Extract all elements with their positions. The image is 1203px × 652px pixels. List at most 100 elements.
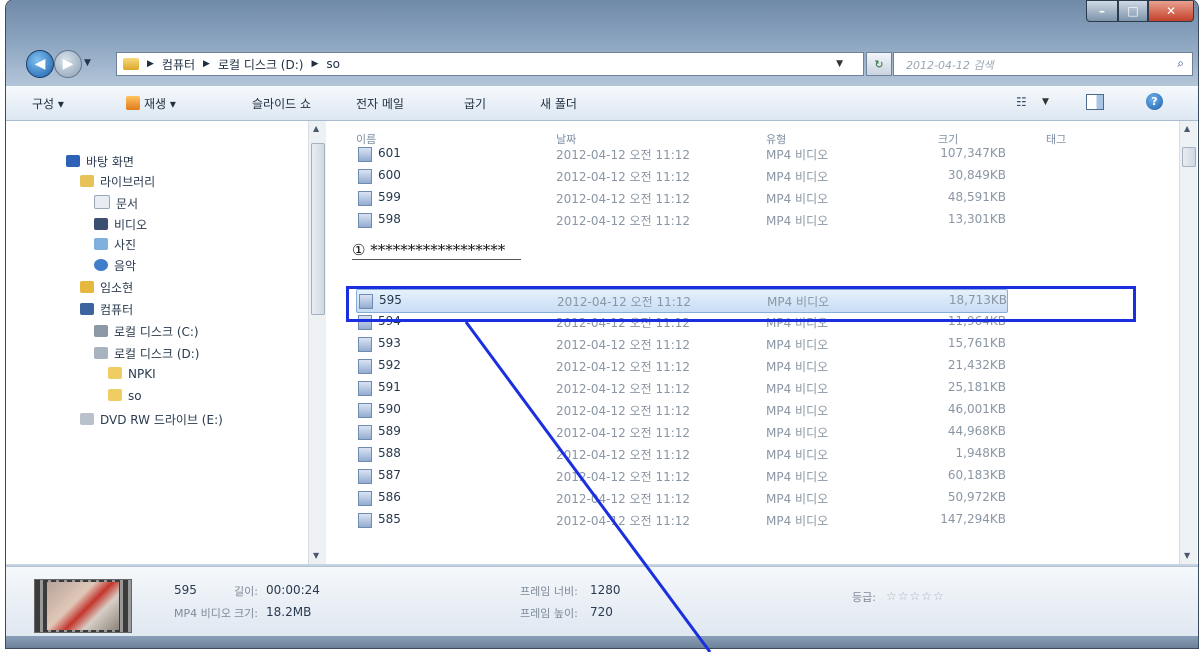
file-size: 46,001KB (947, 402, 1006, 416)
rating-stars[interactable]: ☆☆☆☆☆ (886, 589, 945, 603)
back-button[interactable]: ◀ (26, 50, 54, 78)
search-input[interactable]: 2012-04-12 검색 (906, 57, 994, 73)
folder-icon (123, 58, 139, 70)
file-type: MP4 비디오 (766, 338, 829, 352)
preview-pane-icon[interactable] (1086, 94, 1104, 110)
recent-pages-dropdown[interactable]: ▼ (84, 58, 91, 68)
desktop-icon (66, 155, 80, 167)
address-row: ◀ ▶ ▼ ▶ 컴퓨터 ▶ 로컬 디스크 (D:) ▶ so ▼ ↻ 2012-… (6, 48, 1198, 78)
breadcrumb-computer[interactable]: 컴퓨터 (162, 56, 195, 73)
views-dropdown-icon[interactable]: ▼ (1042, 97, 1049, 107)
file-size: 25,181KB (947, 380, 1006, 394)
file-row[interactable]: 590 2012-04-12 오전 11:12 MP4 비디오 46,001KB (356, 399, 1006, 421)
file-row[interactable]: 600 2012-04-12 오전 11:12 MP4 비디오 30,849KB (356, 165, 1006, 187)
nav-item-label: 로컬 디스크 (C:) (114, 325, 199, 339)
nav-item-npki[interactable]: NPKI (108, 367, 156, 381)
file-date: 2012-04-12 오전 11:12 (556, 170, 691, 184)
drive-icon (94, 347, 108, 359)
file-row[interactable]: 586 2012-04-12 오전 11:12 MP4 비디오 50,972KB (356, 487, 1006, 509)
details-height-value: 720 (590, 605, 613, 619)
slideshow-button[interactable]: 슬라이드 쇼 (252, 95, 311, 112)
details-pane: 595 MP4 비디오 길이: 00:00:24 크기: 18.2MB 프레임 … (6, 566, 1198, 637)
burn-button[interactable]: 굽기 (464, 95, 486, 112)
video-file-icon (358, 447, 372, 462)
breadcrumb-separator[interactable]: ▶ (203, 59, 210, 69)
breadcrumb-separator[interactable]: ▶ (147, 59, 154, 69)
file-date: 2012-04-12 오전 11:12 (556, 514, 691, 528)
nav-item-label: 음악 (114, 259, 137, 273)
nav-item-pictures[interactable]: 사진 (94, 236, 136, 253)
nav-item-computer[interactable]: 컴퓨터 (80, 301, 133, 318)
forward-button[interactable]: ▶ (54, 50, 82, 78)
back-arrow-icon: ◀ (34, 56, 46, 72)
help-icon[interactable]: ? (1146, 93, 1163, 110)
file-size: 1,948KB (955, 446, 1006, 460)
list-scroll-thumb[interactable] (1182, 147, 1196, 167)
nav-item-drive-c[interactable]: 로컬 디스크 (C:) (94, 323, 199, 340)
file-row[interactable]: 587 2012-04-12 오전 11:12 MP4 비디오 60,183KB (356, 465, 1006, 487)
file-row[interactable]: 589 2012-04-12 오전 11:12 MP4 비디오 44,968KB (356, 421, 1006, 443)
nav-item-so[interactable]: so (108, 389, 142, 403)
address-bar[interactable]: ▶ 컴퓨터 ▶ 로컬 디스크 (D:) ▶ so ▼ (116, 52, 864, 76)
refresh-button[interactable]: ↻ (866, 52, 892, 76)
annotation-label: ① ****************** (352, 241, 522, 260)
views-icon[interactable]: ☷ (1016, 95, 1027, 109)
music-icon (94, 259, 108, 271)
file-type: MP4 비디오 (766, 214, 829, 228)
file-size: 15,761KB (947, 336, 1006, 350)
file-name: 591 (378, 380, 401, 394)
close-button[interactable]: ✕ (1148, 0, 1194, 22)
column-header-tag[interactable]: 태그 (1046, 131, 1066, 147)
details-file-name: 595 (174, 583, 197, 597)
nav-item-label: 라이브러리 (100, 175, 156, 189)
file-row[interactable]: 593 2012-04-12 오전 11:12 MP4 비디오 15,761KB (356, 333, 1006, 355)
file-row[interactable]: 601 2012-04-12 오전 11:12 MP4 비디오 107,347KB (356, 143, 1006, 165)
new-folder-button[interactable]: 새 폴더 (540, 95, 577, 112)
video-file-icon (358, 381, 372, 396)
search-box[interactable]: 2012-04-12 검색 ⌕ (893, 52, 1193, 76)
file-type: MP4 비디오 (766, 448, 829, 462)
details-width-value: 1280 (590, 583, 621, 597)
scroll-down-icon[interactable]: ▼ (313, 551, 319, 560)
nav-item-library[interactable]: 라이브러리 (80, 173, 155, 190)
nav-item-user[interactable]: 임소현 (80, 279, 133, 296)
nav-item-music[interactable]: 음악 (94, 257, 136, 274)
breadcrumb-drive-d[interactable]: 로컬 디스크 (D:) (218, 56, 303, 73)
user-folder-icon (80, 281, 94, 293)
nav-item-label: NPKI (128, 367, 156, 381)
video-file-icon (358, 169, 372, 184)
nav-item-label: 바탕 화면 (86, 155, 134, 169)
nav-item-documents[interactable]: 문서 (94, 195, 138, 212)
search-icon[interactable]: ⌕ (1177, 56, 1184, 71)
file-type: MP4 비디오 (766, 492, 829, 506)
breadcrumb-so[interactable]: so (326, 57, 340, 71)
nav-scrollbar[interactable]: ▲ ▼ (308, 121, 326, 564)
file-row[interactable]: 599 2012-04-12 오전 11:12 MP4 비디오 48,591KB (356, 187, 1006, 209)
nav-item-dvd[interactable]: DVD RW 드라이브 (E:) (80, 411, 223, 428)
content-area: 바탕 화면 라이브러리 문서 비디오 사진 음악 임소현 컴퓨터 로컬 디스크 … (6, 121, 1198, 564)
play-button[interactable]: 재생 ▾ (126, 95, 176, 112)
breadcrumb-separator[interactable]: ▶ (311, 59, 318, 69)
file-row[interactable]: 592 2012-04-12 오전 11:12 MP4 비디오 21,432KB (356, 355, 1006, 377)
file-date: 2012-04-12 오전 11:12 (556, 448, 691, 462)
nav-scroll-thumb[interactable] (311, 143, 325, 315)
scroll-down-icon[interactable]: ▼ (1184, 551, 1190, 560)
file-type: MP4 비디오 (766, 170, 829, 184)
maximize-button[interactable]: □ (1118, 0, 1148, 22)
file-row[interactable]: 588 2012-04-12 오전 11:12 MP4 비디오 1,948KB (356, 443, 1006, 465)
file-row[interactable]: 585 2012-04-12 오전 11:12 MP4 비디오 147,294KB (356, 509, 1006, 531)
organize-button[interactable]: 구성 ▾ (32, 95, 64, 112)
file-row[interactable]: 598 2012-04-12 오전 11:12 MP4 비디오 13,301KB (356, 209, 1006, 231)
nav-item-drive-d[interactable]: 로컬 디스크 (D:) (94, 345, 199, 362)
scroll-up-icon[interactable]: ▲ (1184, 124, 1190, 133)
nav-item-videos[interactable]: 비디오 (94, 216, 147, 233)
list-scrollbar[interactable]: ▲ ▼ (1179, 121, 1197, 564)
nav-item-desktop[interactable]: 바탕 화면 (66, 153, 134, 170)
video-file-icon (358, 403, 372, 418)
file-row[interactable]: 591 2012-04-12 오전 11:12 MP4 비디오 25,181KB (356, 377, 1006, 399)
address-dropdown-icon[interactable]: ▼ (836, 59, 843, 69)
file-date: 2012-04-12 오전 11:12 (556, 360, 691, 374)
minimize-button[interactable]: – (1086, 0, 1118, 22)
scroll-up-icon[interactable]: ▲ (313, 124, 319, 133)
email-button[interactable]: 전자 메일 (356, 95, 404, 112)
